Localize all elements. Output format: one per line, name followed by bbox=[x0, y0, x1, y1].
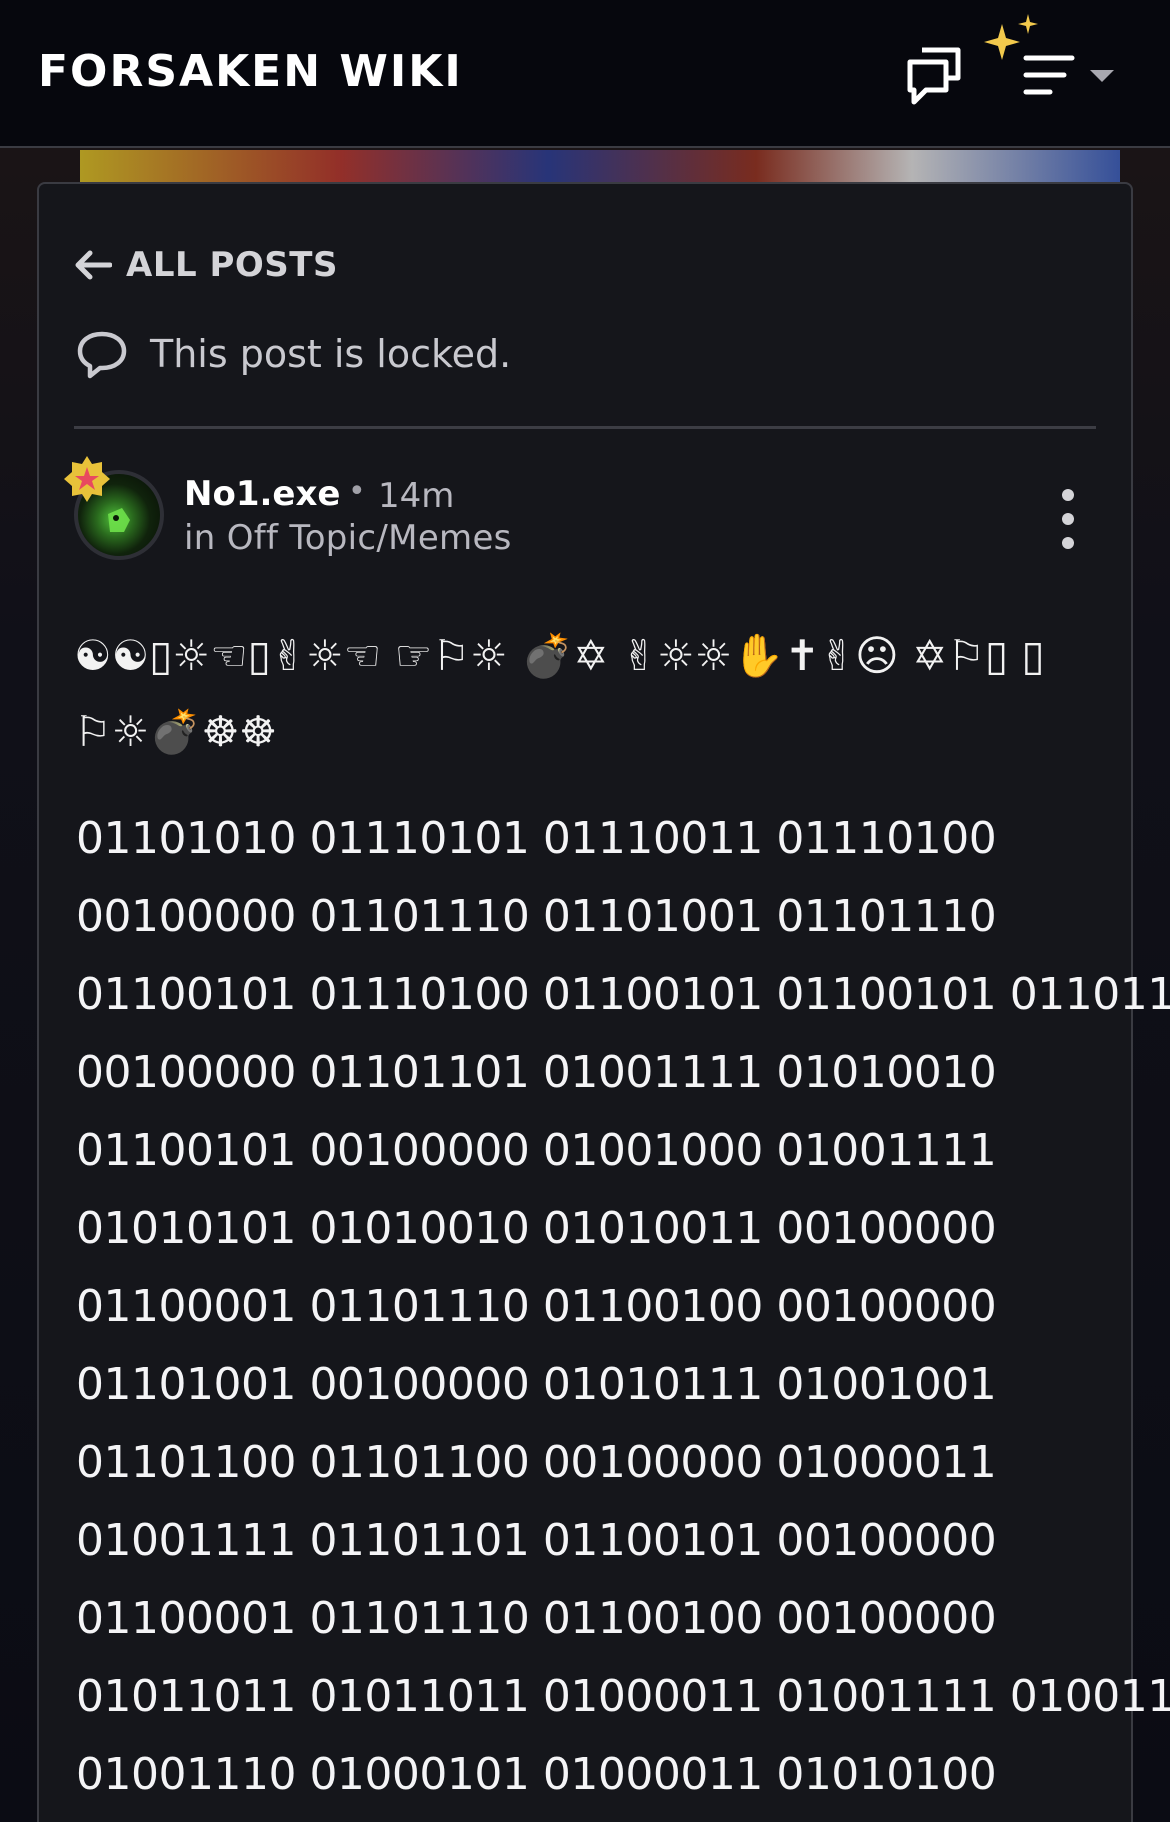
binary-line: 01001110 01000101 01000011 01010100 bbox=[76, 1749, 997, 1800]
locked-text: This post is locked. bbox=[150, 332, 512, 376]
binary-line: 01100101 01110100 01100101 01100101 0110… bbox=[76, 969, 1170, 1020]
caret-down-icon[interactable] bbox=[1088, 68, 1116, 84]
comment-icon bbox=[77, 331, 127, 379]
more-options-icon[interactable] bbox=[1054, 486, 1082, 552]
binary-line: 00100000 01101110 01101001 01101110 bbox=[76, 891, 997, 942]
binary-line: 01100101 00100000 01001000 01001111 bbox=[76, 1125, 997, 1176]
discussions-icon[interactable] bbox=[904, 44, 964, 106]
wiki-title[interactable]: FORSAKEN WIKI bbox=[38, 46, 463, 97]
post-symbols-text: ☯☯▯☼☜▯✌☼☜ ☞⚐☼ 💣✡ ✌☼☼✋✝✌☹ ✡⚐▯ ▯⚐☼💣☸☸ bbox=[74, 631, 1045, 756]
binary-line: 01011011 01011011 01000011 01001111 0100… bbox=[76, 1671, 1170, 1722]
binary-line: 01010101 01010010 01010011 00100000 bbox=[76, 1203, 997, 1254]
binary-line: 01001111 01101101 01100101 00100000 bbox=[76, 1515, 997, 1566]
divider bbox=[74, 426, 1096, 429]
all-posts-label: ALL POSTS bbox=[126, 245, 338, 285]
post-binary-text: 01101010 01110101 01110011 01110100 0010… bbox=[76, 800, 1170, 1814]
top-bar: FORSAKEN WIKI bbox=[0, 0, 1170, 148]
post-time: 14m bbox=[378, 476, 455, 516]
page: FORSAKEN WIKI ALL POSTS This post is loc… bbox=[0, 0, 1170, 1822]
meta-separator: • bbox=[348, 474, 366, 509]
star-badge-icon bbox=[64, 456, 110, 502]
all-posts-link[interactable]: ALL POSTS bbox=[74, 240, 338, 290]
binary-line: 01101010 01110101 01110011 01110100 bbox=[76, 813, 997, 864]
binary-line: 01101001 00100000 01010111 01001001 bbox=[76, 1359, 997, 1410]
binary-line: 00100000 01101101 01001111 01010010 bbox=[76, 1047, 997, 1098]
post-category[interactable]: in Off Topic/Memes bbox=[184, 518, 512, 558]
locked-notice: This post is locked. bbox=[76, 328, 511, 380]
menu-icon[interactable] bbox=[1020, 50, 1078, 100]
binary-line: 01100001 01101110 01100100 00100000 bbox=[76, 1593, 997, 1644]
author-name[interactable]: No1.exe bbox=[184, 474, 340, 514]
arrow-left-icon bbox=[75, 250, 112, 280]
binary-line: 01100001 01101110 01100100 00100000 bbox=[76, 1281, 997, 1332]
binary-line: 01101100 01101100 00100000 01000011 bbox=[76, 1437, 997, 1488]
